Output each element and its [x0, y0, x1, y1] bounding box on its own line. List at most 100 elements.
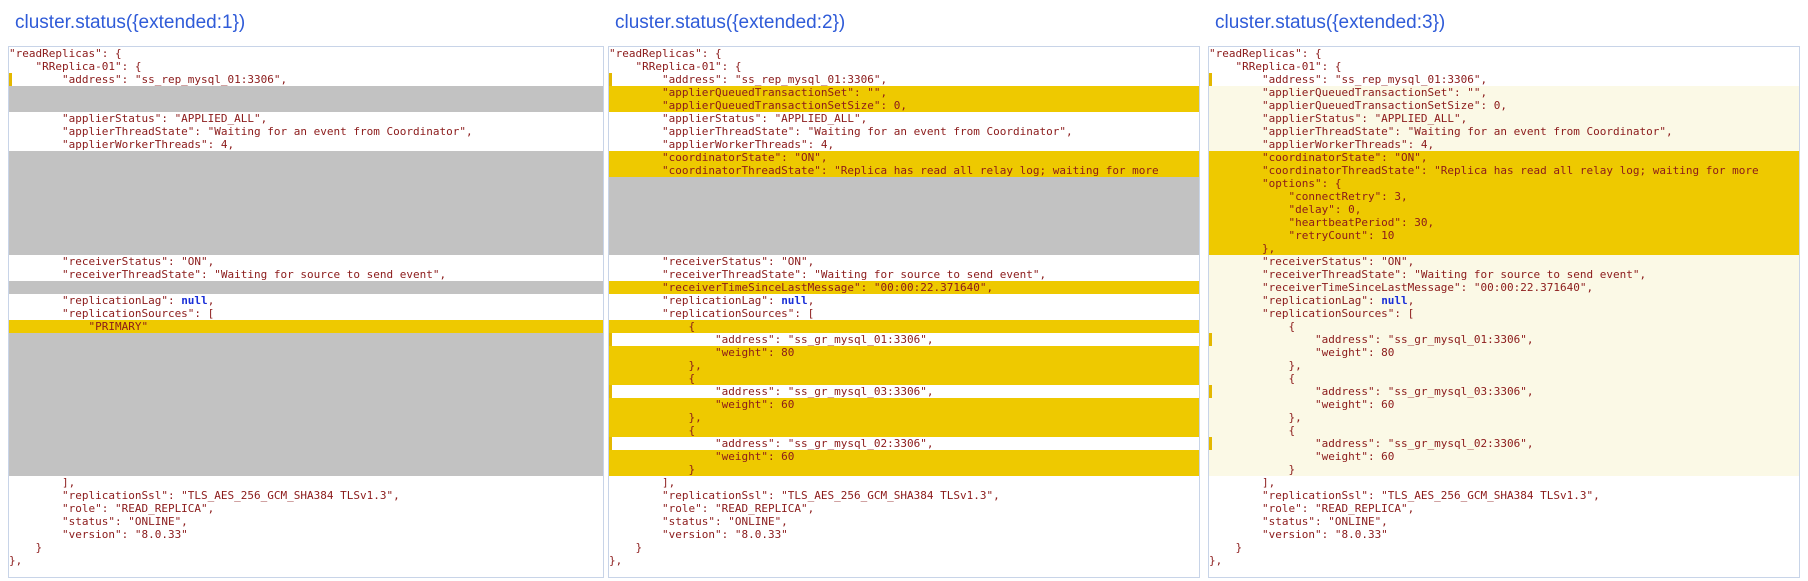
panel-title: cluster.status({extended:3}) [1215, 12, 1446, 33]
code-line-highlighted [9, 164, 603, 177]
code-line-highlighted: { [1209, 320, 1799, 333]
code-line: "readReplicas": { [9, 47, 122, 60]
code-line-highlighted: "options": { [1209, 177, 1799, 190]
code-line: } [1209, 541, 1243, 554]
code-line: "receiverThreadState": "Waiting for sour… [609, 268, 1047, 281]
code-line-highlighted [9, 281, 603, 294]
code-line-highlighted: "receiverStatus": "ON", [1209, 255, 1799, 268]
code-line-highlighted [9, 190, 603, 203]
code-line-highlighted: { [609, 372, 1199, 385]
code-line: "role": "READ_REPLICA", [609, 502, 815, 515]
code-line: "replicationSsl": "TLS_AES_256_GCM_SHA38… [1209, 489, 1600, 502]
code-line: } [9, 541, 43, 554]
code-line-highlighted [9, 437, 603, 450]
code-line-highlighted: "weight": 60 [1209, 450, 1799, 463]
code-line: ], [609, 476, 676, 489]
code-line: "RReplica-01": { [1209, 60, 1342, 73]
code-line: "replicationSsl": "TLS_AES_256_GCM_SHA38… [609, 489, 1000, 502]
code-line: "replicationLag": null, [9, 294, 215, 307]
code-line-highlighted [9, 346, 603, 359]
code-line-highlighted [9, 242, 603, 255]
change-marker [1209, 333, 1212, 346]
code-line-highlighted: "coordinatorState": "ON", [1209, 151, 1799, 164]
code-line-highlighted: "coordinatorState": "ON", [609, 151, 1199, 164]
code-line-highlighted [9, 463, 603, 476]
code-line: }, [609, 554, 623, 567]
change-marker [609, 333, 612, 346]
code-line-highlighted: { [609, 424, 1199, 437]
code-line: "readReplicas": { [609, 47, 722, 60]
code-line-highlighted: "coordinatorThreadState": "Replica has r… [609, 164, 1199, 177]
code-line-highlighted: "retryCount": 10 [1209, 229, 1799, 242]
code-line-highlighted: }, [609, 359, 1199, 372]
code-line-highlighted [9, 424, 603, 437]
code-block: "readReplicas": { "RReplica-01": { "addr… [608, 46, 1200, 578]
code-line: "applierThreadState": "Waiting for an ev… [609, 125, 1073, 138]
code-line-highlighted [9, 385, 603, 398]
code-line-highlighted: }, [1209, 242, 1799, 255]
code-line-highlighted [9, 333, 603, 346]
code-line-highlighted: "weight": 60 [609, 398, 1199, 411]
code-line-highlighted: "applierQueuedTransactionSet": "", [1209, 86, 1799, 99]
code-line-highlighted [9, 450, 603, 463]
code-line-highlighted: "applierQueuedTransactionSetSize": 0, [1209, 99, 1799, 112]
code-line-highlighted: "receiverTimeSinceLastMessage": "00:00:2… [609, 281, 1199, 294]
panel-extended-3: cluster.status({extended:3}) "readReplic… [1208, 0, 1800, 581]
code-line: "readReplicas": { [1209, 47, 1322, 60]
code-line: "receiverThreadState": "Waiting for sour… [9, 268, 447, 281]
code-line: "version": "8.0.33" [609, 528, 788, 541]
code-line-highlighted: }, [1209, 411, 1799, 424]
code-line-highlighted: "coordinatorThreadState": "Replica has r… [1209, 164, 1799, 177]
code-line: "replicationSsl": "TLS_AES_256_GCM_SHA38… [9, 489, 400, 502]
code-line-highlighted [9, 216, 603, 229]
code-line-highlighted [9, 229, 603, 242]
code-line-highlighted: "applierStatus": "APPLIED_ALL", [1209, 112, 1799, 125]
code-line-highlighted [609, 177, 1199, 190]
change-marker [9, 73, 12, 86]
code-line: ], [1209, 476, 1276, 489]
code-line: }, [9, 554, 23, 567]
change-marker [1209, 437, 1212, 450]
code-line-highlighted [9, 177, 603, 190]
code-line-highlighted: "address": "ss_gr_mysql_02:3306", [1209, 437, 1799, 450]
code-line-highlighted: "weight": 60 [609, 450, 1199, 463]
code-line: "address": "ss_rep_mysql_01:3306", [609, 73, 888, 86]
code-line-highlighted: } [609, 463, 1199, 476]
code-line-highlighted: "connectRetry": 3, [1209, 190, 1799, 203]
code-line-highlighted [9, 203, 603, 216]
code-line-highlighted: { [1209, 424, 1799, 437]
code-line-highlighted: "PRIMARY" [9, 320, 603, 333]
code-line-highlighted: "address": "ss_gr_mysql_03:3306", [1209, 385, 1799, 398]
code-line: "role": "READ_REPLICA", [9, 502, 215, 515]
code-line-highlighted [609, 216, 1199, 229]
code-line-highlighted: "delay": 0, [1209, 203, 1799, 216]
code-line-highlighted [9, 372, 603, 385]
code-line-highlighted: "weight": 80 [1209, 346, 1799, 359]
code-line: "replicationSources": [ [9, 307, 215, 320]
code-line: "address": "ss_rep_mysql_01:3306", [1209, 73, 1488, 86]
code-line: "address": "ss_gr_mysql_03:3306", [609, 385, 934, 398]
code-line: "receiverStatus": "ON", [609, 255, 815, 268]
code-line: "applierStatus": "APPLIED_ALL", [609, 112, 868, 125]
code-line-highlighted: { [609, 320, 1199, 333]
code-line: }, [1209, 554, 1223, 567]
panel-title: cluster.status({extended:1}) [15, 12, 246, 33]
code-line: "address": "ss_gr_mysql_01:3306", [609, 333, 934, 346]
code-line-highlighted: "applierThreadState": "Waiting for an ev… [1209, 125, 1799, 138]
code-line-highlighted [609, 203, 1199, 216]
change-marker [609, 385, 612, 398]
code-line-highlighted [9, 151, 603, 164]
code-line: ], [9, 476, 76, 489]
code-line-highlighted: "receiverThreadState": "Waiting for sour… [1209, 268, 1799, 281]
code-line-highlighted [609, 229, 1199, 242]
code-line-highlighted: "receiverTimeSinceLastMessage": "00:00:2… [1209, 281, 1799, 294]
code-line: "RReplica-01": { [9, 60, 142, 73]
code-line: "status": "ONLINE", [609, 515, 788, 528]
code-line-highlighted [9, 99, 603, 112]
code-line: } [609, 541, 643, 554]
code-line-highlighted: "replicationSources": [ [1209, 307, 1799, 320]
code-line: "address": "ss_rep_mysql_01:3306", [9, 73, 288, 86]
null-keyword: null [1381, 294, 1408, 307]
code-line-highlighted [9, 86, 603, 99]
code-line: "receiverStatus": "ON", [9, 255, 215, 268]
